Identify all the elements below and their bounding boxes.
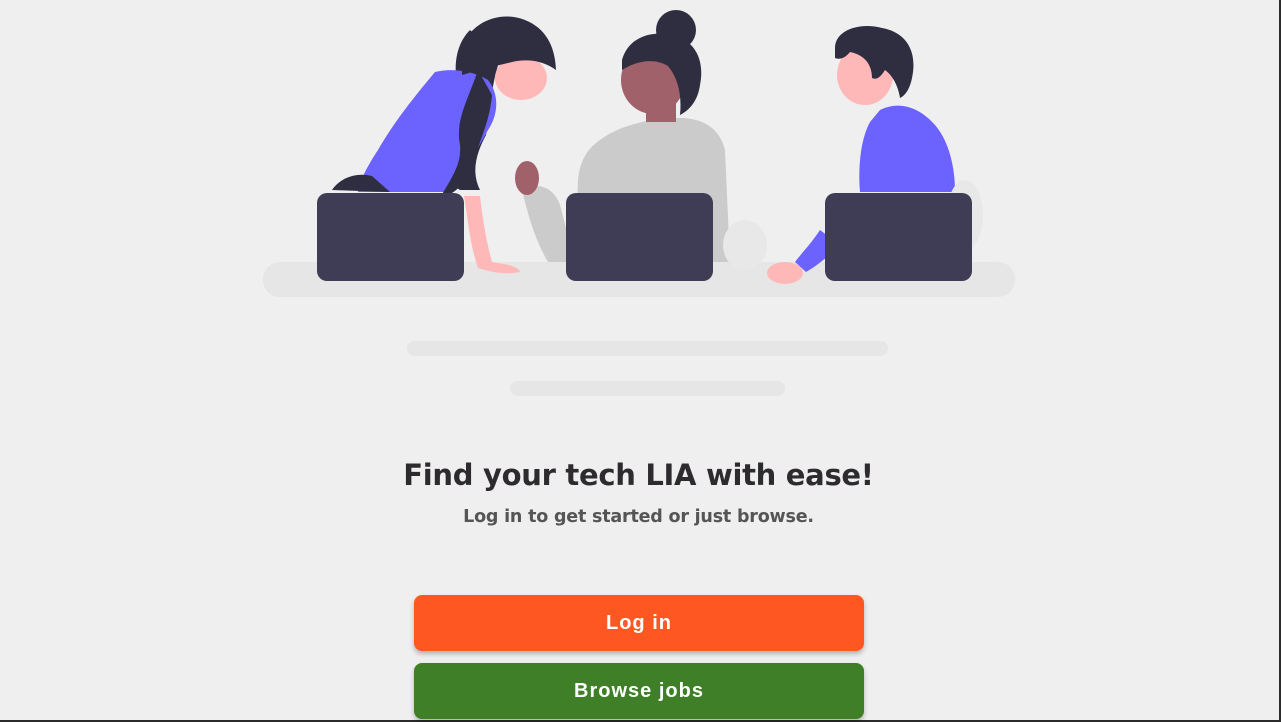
page-title: Find your tech LIA with ease! (403, 458, 874, 492)
laptop-right (825, 193, 972, 281)
placeholder-line (407, 341, 888, 356)
laptop-left (317, 193, 464, 281)
login-button[interactable]: Log in (414, 595, 864, 651)
browse-jobs-button[interactable]: Browse jobs (414, 663, 864, 719)
placeholder-line (510, 381, 785, 396)
page-subtitle: Log in to get started or just browse. (463, 507, 814, 527)
laptop-middle (566, 193, 713, 281)
hero-illustration (263, 10, 1015, 297)
